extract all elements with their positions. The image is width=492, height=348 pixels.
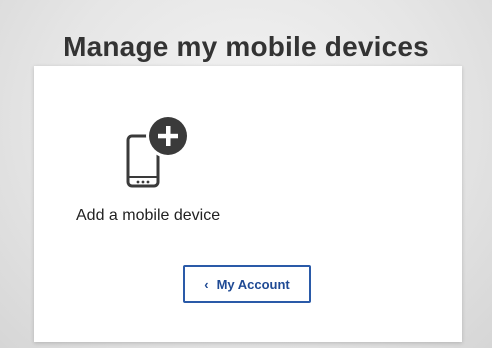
devices-card: Add a mobile device ‹ My Account — [34, 66, 462, 342]
my-account-button[interactable]: ‹ My Account — [183, 265, 311, 303]
mobile-add-icon — [126, 114, 196, 192]
add-mobile-device-tile[interactable]: Add a mobile device — [72, 114, 262, 234]
chevron-left-icon: ‹ — [204, 276, 209, 292]
add-mobile-device-label: Add a mobile device — [76, 207, 221, 224]
my-account-label: My Account — [216, 276, 290, 292]
page-title: Manage my mobile devices — [63, 30, 429, 62]
